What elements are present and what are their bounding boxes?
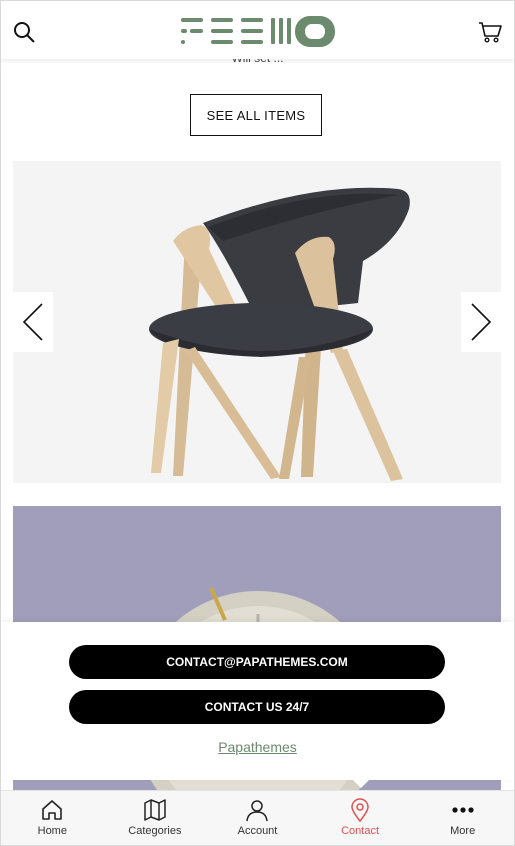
nav-item-more[interactable]: More <box>411 791 514 845</box>
nav-item-label: Account <box>237 825 278 837</box>
nav-item-account[interactable]: Account <box>206 791 309 845</box>
cart-icon[interactable] <box>478 21 502 43</box>
email-contact-button[interactable]: CONTACT@PAPATHEMES.COM <box>69 645 445 679</box>
carousel-next-button[interactable] <box>461 292 501 352</box>
contact-us-button[interactable]: CONTACT US 24/7 <box>69 690 445 724</box>
location-pin-icon <box>351 798 369 822</box>
nav-item-label: Categories <box>128 825 182 837</box>
panel-pointer <box>353 780 369 788</box>
carousel-slide-chair[interactable] <box>13 161 501 483</box>
bottom-nav: Home Categories Account Contact More <box>1 790 514 845</box>
map-icon <box>144 799 166 821</box>
logo[interactable] <box>181 15 337 49</box>
app-frame: Will set ... SEE ALL ITEMS <box>0 0 515 846</box>
nav-item-label: Home <box>37 825 67 837</box>
nav-item-label: Contact <box>341 825 380 837</box>
carousel-prev-button[interactable] <box>13 292 53 352</box>
user-icon <box>246 800 269 822</box>
chair-image <box>149 187 410 481</box>
see-all-items-button[interactable]: SEE ALL ITEMS <box>190 94 322 136</box>
nav-item-label: More <box>450 825 476 837</box>
home-icon <box>42 800 63 820</box>
chevron-left-icon <box>22 303 43 341</box>
search-icon[interactable] <box>13 21 35 43</box>
chevron-right-icon <box>471 303 492 341</box>
nav-item-categories[interactable]: Categories <box>104 791 207 845</box>
header <box>1 1 514 59</box>
contact-panel: CONTACT@PAPATHEMES.COM CONTACT US 24/7 P… <box>1 622 514 780</box>
papathemes-link[interactable]: Papathemes <box>1 739 514 755</box>
more-dots-icon <box>452 807 474 813</box>
nav-item-contact[interactable]: Contact <box>309 791 412 845</box>
nav-item-home[interactable]: Home <box>1 791 104 845</box>
